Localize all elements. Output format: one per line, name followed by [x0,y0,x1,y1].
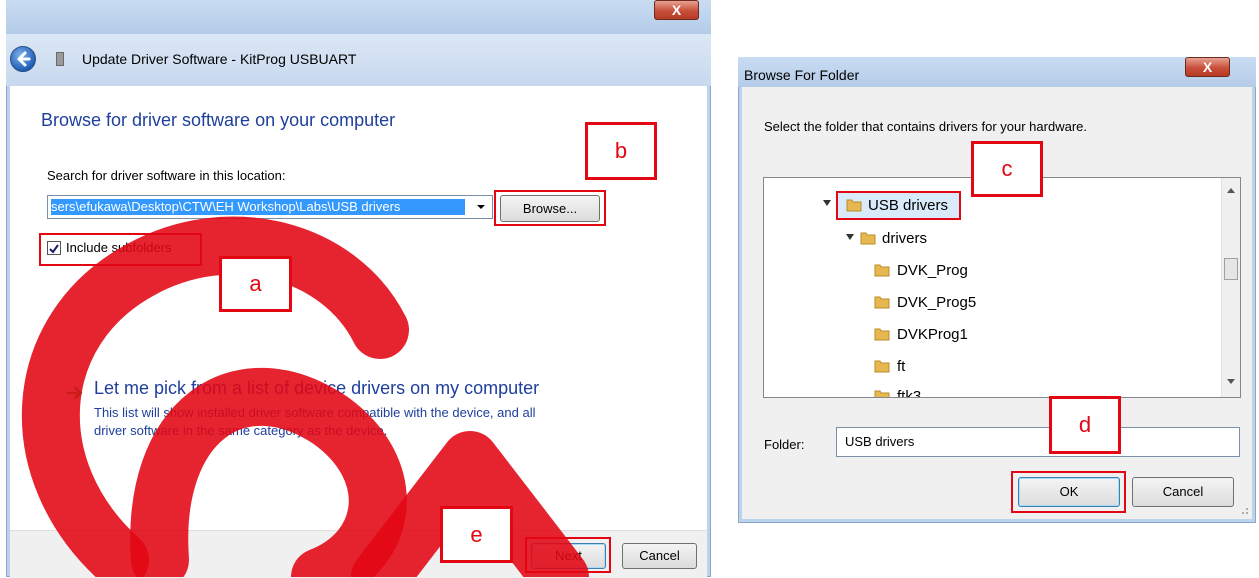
folder-label: Folder: [764,437,805,452]
tree-item[interactable]: USB drivers [823,191,961,220]
ok-button[interactable]: OK [1018,477,1120,507]
tree-item[interactable]: ft [874,355,1014,377]
resize-grip-icon[interactable] [1239,505,1249,515]
window-title: Browse For Folder [744,67,860,83]
tree-item[interactable]: DVKProg1 [874,323,1014,345]
tree-item[interactable]: ftk3 [874,385,1014,397]
back-arrow-icon [17,51,31,67]
annotation-a: a [219,256,292,312]
title-bar: X [6,0,711,34]
tree-item[interactable]: DVK_Prog5 [874,291,1014,313]
cancel-button[interactable]: Cancel [1132,477,1234,507]
scroll-down-icon[interactable] [1226,378,1236,386]
close-button[interactable]: X [1185,57,1230,77]
tree-expand-icon[interactable] [846,234,854,240]
window-title: Update Driver Software - KitProg USBUART [82,51,357,67]
annotation-e: e [440,506,513,563]
folder-tree[interactable]: USB drivers drivers DVK_Prog DVK_Prog5 D… [763,177,1241,398]
include-subfolders-label[interactable]: Include subfolders [66,240,172,255]
search-location-label: Search for driver software in this locat… [47,168,286,183]
annotation-d: d [1049,396,1121,454]
folder-icon [874,264,890,277]
scroll-thumb-icon[interactable] [1224,258,1238,280]
device-icon [56,52,64,66]
green-arrow-icon [66,386,83,400]
path-combobox[interactable]: sers\efukawa\Desktop\CTW\EH Workshop\Lab… [47,195,493,219]
annotation-c: c [971,141,1043,197]
browse-for-folder-dialog: Browse For Folder X Select the folder th… [738,57,1256,523]
back-button[interactable] [10,46,36,72]
dialog-header: Update Driver Software - KitProg USBUART [6,34,711,86]
next-button[interactable]: Next [531,543,606,569]
pick-description-line2: driver software in the same category as … [94,423,388,438]
dialog-footer: Next Cancel [10,530,707,578]
update-driver-dialog: X Update Driver Software - KitProg USBUA… [6,0,711,578]
cancel-button[interactable]: Cancel [622,543,697,569]
tree-item[interactable]: DVK_Prog [874,259,1014,281]
tree-item[interactable]: drivers [846,227,978,249]
include-subfolders-checkbox[interactable] [47,241,61,255]
pick-description-line1: This list will show installed driver sof… [94,405,536,420]
annotation-b: b [585,122,657,180]
folder-icon [874,360,890,373]
tree-expand-icon[interactable] [823,200,831,206]
folder-field[interactable]: USB drivers [836,427,1240,457]
instruction-text: Select the folder that contains drivers … [764,119,1087,134]
folder-icon [846,199,862,212]
checkmark-icon [49,244,59,254]
chevron-down-icon [477,205,485,209]
dropdown-arrow[interactable] [472,198,490,216]
tree-scrollbar[interactable] [1221,178,1240,397]
page-heading: Browse for driver software on your compu… [41,110,396,130]
close-button[interactable]: X [654,0,699,20]
title-bar: Browse For Folder X [738,57,1256,87]
pick-from-list-link[interactable]: Let me pick from a list of device driver… [94,378,539,399]
folder-icon [860,232,876,245]
path-input[interactable]: sers\efukawa\Desktop\CTW\EH Workshop\Lab… [51,199,465,215]
folder-icon [874,328,890,341]
scroll-up-icon[interactable] [1226,186,1236,194]
folder-icon [874,390,890,397]
browse-button[interactable]: Browse... [500,195,600,222]
folder-icon [874,296,890,309]
